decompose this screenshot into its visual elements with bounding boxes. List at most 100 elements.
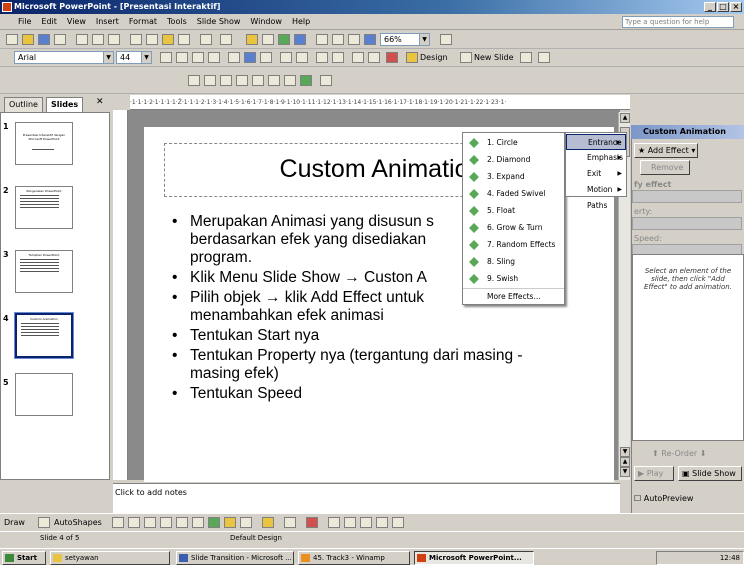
- autoshapes-menu[interactable]: AutoShapes: [54, 517, 102, 529]
- chart-icon[interactable]: [246, 34, 258, 45]
- new-icon[interactable]: [6, 34, 18, 45]
- tables-borders-icon[interactable]: [278, 34, 290, 45]
- save-icon[interactable]: [38, 34, 50, 45]
- cut-icon[interactable]: [130, 34, 142, 45]
- effect-float[interactable]: 5. Float: [463, 203, 564, 219]
- italic-icon[interactable]: [176, 52, 188, 63]
- effect-grow-turn[interactable]: 6. Grow & Turn: [463, 220, 564, 236]
- help-icon[interactable]: [440, 34, 452, 45]
- menu-insert[interactable]: Insert: [91, 14, 124, 30]
- undo-icon[interactable]: [200, 34, 212, 45]
- picture-icon[interactable]: [240, 517, 252, 528]
- select-objects-icon[interactable]: [38, 517, 50, 528]
- prev-slide-icon[interactable]: ▲: [620, 457, 630, 467]
- insert-picture-icon[interactable]: [188, 75, 200, 86]
- next-slide-icon[interactable]: ▼: [620, 467, 630, 477]
- menu-emphasis[interactable]: Emphasis ▶: [566, 150, 626, 166]
- compress-icon[interactable]: [320, 75, 332, 86]
- permission-icon[interactable]: [54, 34, 66, 45]
- menu-motion-paths[interactable]: Motion Paths ▶: [566, 182, 626, 210]
- taskbar-item-setyawan[interactable]: setyawan: [50, 551, 170, 565]
- rotate-icon[interactable]: [300, 75, 312, 86]
- minimize-button[interactable]: _: [704, 2, 716, 12]
- design-button[interactable]: Design: [420, 52, 448, 64]
- crop-icon[interactable]: [284, 75, 296, 86]
- slide-show-button[interactable]: ▣ Slide Show: [678, 466, 742, 481]
- font-color-draw-icon[interactable]: [306, 517, 318, 528]
- close-button[interactable]: ×: [730, 2, 742, 12]
- scroll-down-icon[interactable]: ▼: [620, 447, 630, 457]
- menu-format[interactable]: Format: [124, 14, 162, 30]
- new-slide-button[interactable]: New Slide: [474, 52, 514, 64]
- align-center-icon[interactable]: [244, 52, 256, 63]
- effect-sling[interactable]: 8. Sling: [463, 254, 564, 270]
- bullets-icon[interactable]: [296, 52, 308, 63]
- print-icon[interactable]: [76, 34, 88, 45]
- decrease-indent-icon[interactable]: [352, 52, 364, 63]
- design-icon[interactable]: [406, 52, 418, 63]
- menu-help[interactable]: Help: [287, 14, 315, 30]
- more-brightness-icon[interactable]: [252, 75, 264, 86]
- remove-button[interactable]: Remove: [640, 160, 690, 175]
- spelling-icon[interactable]: [108, 34, 120, 45]
- property-select[interactable]: [632, 217, 742, 230]
- redo-icon[interactable]: [220, 34, 232, 45]
- draw-menu[interactable]: Draw: [4, 517, 25, 529]
- taskbar-item-powerpoint[interactable]: Microsoft PowerPoint...: [414, 551, 534, 565]
- new-slide-icon[interactable]: [460, 52, 472, 63]
- table-icon[interactable]: [262, 34, 274, 45]
- show-formatting-icon[interactable]: [332, 34, 344, 45]
- slide-thumbnail-1[interactable]: Presentasi Interaktif dengan Microsoft P…: [15, 122, 73, 165]
- line-style-icon[interactable]: [328, 517, 340, 528]
- scroll-up-icon[interactable]: ▲: [620, 113, 630, 123]
- slide-thumbnail-2[interactable]: Pengenalan PowerPoint: [15, 186, 73, 229]
- less-contrast-icon[interactable]: [236, 75, 248, 86]
- preview-icon[interactable]: [92, 34, 104, 45]
- para-spacing-icon[interactable]: [538, 52, 550, 63]
- zoom-combo[interactable]: 66% ▼: [380, 33, 430, 46]
- line-spacing-icon[interactable]: [520, 52, 532, 63]
- hyperlink-icon[interactable]: [294, 34, 306, 45]
- align-left-icon[interactable]: [228, 52, 240, 63]
- notes-pane[interactable]: Click to add notes: [113, 483, 620, 513]
- slide-thumbnail-5[interactable]: [15, 373, 73, 416]
- tab-slides[interactable]: Slides: [46, 97, 84, 112]
- menu-slide-show[interactable]: Slide Show: [192, 14, 246, 30]
- effect-random[interactable]: 7. Random Effects: [463, 237, 564, 253]
- menu-exit[interactable]: Exit ▶: [566, 166, 626, 182]
- line-icon[interactable]: [112, 517, 124, 528]
- start-select[interactable]: [632, 190, 742, 203]
- color-grayscale-icon[interactable]: [364, 34, 376, 45]
- grid-icon[interactable]: [348, 34, 360, 45]
- increase-indent-icon[interactable]: [368, 52, 380, 63]
- format-painter-icon[interactable]: [178, 34, 190, 45]
- effect-circle[interactable]: 1. Circle: [463, 135, 564, 151]
- effect-faded-swivel[interactable]: 4. Faded Swivel: [463, 186, 564, 202]
- slide-thumbnail-4[interactable]: Custom Animation: [14, 312, 74, 359]
- shadow-style-icon[interactable]: [376, 517, 388, 528]
- menu-entrance[interactable]: Entrance ▶: [566, 134, 626, 150]
- rectangle-icon[interactable]: [144, 517, 156, 528]
- slide-thumbnail-3[interactable]: Tampilan PowerPoint: [15, 250, 73, 293]
- font-color-icon[interactable]: [386, 52, 398, 63]
- clipart-icon[interactable]: [224, 517, 236, 528]
- effect-expand[interactable]: 3. Expand: [463, 169, 564, 185]
- less-brightness-icon[interactable]: [268, 75, 280, 86]
- arrow-style-icon[interactable]: [360, 517, 372, 528]
- help-search-input[interactable]: Type a question for help: [622, 16, 734, 28]
- increase-font-icon[interactable]: [316, 52, 328, 63]
- diagram-icon[interactable]: [208, 517, 220, 528]
- align-right-icon[interactable]: [260, 52, 272, 63]
- numbering-icon[interactable]: [280, 52, 292, 63]
- tab-outline[interactable]: Outline: [4, 97, 43, 112]
- more-contrast-icon[interactable]: [220, 75, 232, 86]
- font-name-combo[interactable]: Arial ▼: [14, 51, 114, 64]
- menu-view[interactable]: View: [62, 14, 91, 30]
- menu-file[interactable]: File: [0, 14, 36, 30]
- 3d-style-icon[interactable]: [392, 517, 404, 528]
- effect-diamond[interactable]: 2. Diamond: [463, 152, 564, 168]
- maximize-button[interactable]: □: [717, 2, 729, 12]
- paste-icon[interactable]: [162, 34, 174, 45]
- expand-icon[interactable]: [316, 34, 328, 45]
- line-color-icon[interactable]: [284, 517, 296, 528]
